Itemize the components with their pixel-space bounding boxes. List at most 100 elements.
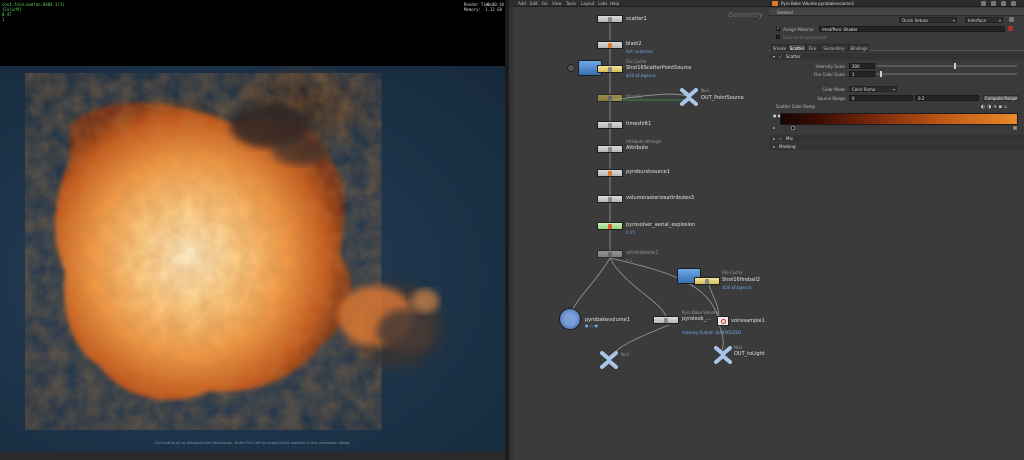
general-bar: General bbox=[769, 8, 1024, 16]
ramp-key-end[interactable] bbox=[1013, 126, 1017, 130]
node-label-pyrosolver: pyrosolver_aerial_explosion bbox=[626, 222, 696, 228]
section-mix-label: Mix bbox=[786, 136, 793, 141]
scatter-color-ramp-label: Scatter Color Ramp bbox=[776, 104, 815, 109]
null-node-icon[interactable] bbox=[679, 88, 699, 106]
section-mix[interactable]: ▸ ✓ Mix bbox=[769, 135, 1024, 142]
hud-line-4: 1 bbox=[2, 17, 5, 22]
cache-toggle-icon[interactable] bbox=[567, 64, 575, 72]
parameter-editor: Pyro Bake Volume pyrobakevolume1 General… bbox=[769, 0, 1024, 460]
explosion-render bbox=[55, 66, 450, 401]
interface-dropdown[interactable]: Interface bbox=[965, 17, 1003, 23]
scatter-color-ramp[interactable] bbox=[780, 113, 1018, 125]
compute-range-button[interactable]: Compute Range bbox=[983, 95, 1019, 101]
node-label-pyrolook: pyrolook_... bbox=[682, 316, 711, 322]
pyrobake-node-icon[interactable] bbox=[559, 308, 581, 330]
node-label-pyroburstsource1: pyroburstsource1 bbox=[626, 169, 670, 175]
node-filecache-scatter[interactable] bbox=[597, 65, 623, 73]
intensity-scale-label: Intensity Scale bbox=[815, 64, 845, 69]
node-blast2[interactable] bbox=[597, 41, 623, 49]
node-timeshift1[interactable] bbox=[597, 121, 623, 129]
node-type-pyrolook: Pyro Bake Volume bbox=[682, 310, 719, 315]
settings-icon[interactable] bbox=[1009, 17, 1014, 22]
viewport-hint-text: Ctrl+Left to an on detailed pixel inform… bbox=[154, 441, 351, 445]
node-blast1[interactable] bbox=[597, 94, 623, 102]
node-type-wrangle: Attribute Wrangle bbox=[626, 139, 662, 144]
network-editor[interactable]: Add Edit Go View Tools Layout Labs Help … bbox=[509, 0, 769, 460]
node-type-null1: Null bbox=[701, 88, 709, 93]
fire-color-scale-field[interactable]: 1 bbox=[849, 71, 875, 77]
node-label-out-pointsource: OUT_PointSource bbox=[701, 95, 744, 101]
assign-material-field[interactable]: /mat/Pyro_Shader bbox=[819, 26, 1005, 32]
tab-secondary-fire[interactable]: Secondary Fire bbox=[819, 44, 849, 58]
node-type-filecache1: File Cache bbox=[626, 59, 647, 64]
source-range-max-field[interactable]: 0.2 bbox=[915, 95, 979, 101]
ramp-key-start[interactable] bbox=[791, 126, 795, 130]
source-range-min-field[interactable]: 0 bbox=[849, 95, 913, 101]
node-label-attribute: Attribute bbox=[626, 145, 649, 151]
section-checkbox-icon: ✓ bbox=[779, 54, 783, 59]
node-volumerasterize[interactable] bbox=[597, 195, 623, 203]
color-mode-label: Color Mode bbox=[822, 87, 845, 92]
fire-color-scale-slider[interactable] bbox=[877, 73, 1017, 75]
quick-setups-dropdown[interactable]: Quick Setups bbox=[899, 17, 957, 23]
pin-icon[interactable] bbox=[1011, 1, 1016, 6]
houdini-window: cout.fold.andran.0404.1(1) [ColorM] 0.47… bbox=[0, 0, 1024, 460]
node-sub-filecache-scatter: $OS.$F.bgeo.sc bbox=[626, 73, 657, 78]
node-type-null3: Null bbox=[734, 345, 742, 350]
node-sub-attribdelete1: 0.0 bbox=[626, 258, 633, 263]
source-range-label: Source Range bbox=[817, 96, 845, 101]
general-label: General bbox=[777, 10, 793, 15]
expand-arrow-icon: ▾ bbox=[773, 54, 776, 59]
null-node-icon[interactable] bbox=[713, 346, 733, 364]
tab-scatter[interactable]: Scatter bbox=[788, 44, 806, 51]
tab-bindings[interactable]: Bindings bbox=[849, 44, 869, 51]
save-as-checkbox[interactable] bbox=[776, 35, 780, 39]
render-viewport[interactable]: cout.fold.andran.0404.1(1) [ColorM] 0.47… bbox=[0, 0, 505, 452]
node-sub-pyrosolver: 0.15 bbox=[626, 230, 635, 235]
intensity-scale-field[interactable]: 200 bbox=[849, 63, 875, 69]
render-canvas[interactable] bbox=[0, 66, 505, 452]
node-label-filecache-scatter: Shot16ScatterPointSource bbox=[626, 65, 692, 71]
expand-arrow-icon: ▸ bbox=[773, 136, 776, 141]
section-scatter-label: Scatter bbox=[786, 54, 801, 59]
intensity-scale-slider[interactable] bbox=[877, 65, 1017, 67]
memory-value: 1.12 GB bbox=[485, 7, 502, 12]
section-checkbox-icon: ✓ bbox=[779, 136, 783, 141]
node-pyrosolver[interactable] bbox=[597, 222, 623, 230]
param-title: Pyro Bake Volume pyrobakevolume1 bbox=[781, 1, 855, 6]
section-masking-label: Masking bbox=[779, 144, 796, 149]
fire-color-slider-handle[interactable] bbox=[879, 71, 882, 77]
node-label-blast2: blast2 bbox=[626, 41, 642, 47]
param-tabs: Smoke Scatter Fire Secondary Fire Bindin… bbox=[769, 44, 1024, 58]
color-mode-dropdown[interactable]: Color Ramp bbox=[849, 86, 897, 92]
tab-smoke[interactable]: Smoke bbox=[771, 44, 788, 51]
assign-material-label: Assign Material bbox=[783, 27, 814, 32]
node-attribdelete1[interactable] bbox=[597, 250, 623, 258]
ramp-controls-icon[interactable]: ◐ ◑ ✛ ▪ ▫ bbox=[981, 104, 1007, 110]
node-attribute-wrangle[interactable] bbox=[597, 145, 623, 153]
operator-chooser-icon[interactable] bbox=[1008, 26, 1013, 31]
node-scatter1[interactable] bbox=[597, 15, 623, 23]
section-scatter[interactable]: ▾ ✓ Scatter bbox=[769, 53, 1024, 60]
node-sub-pyrolook: Viewing Output: $LOOKSIZED bbox=[682, 330, 742, 335]
null-node-icon[interactable] bbox=[599, 351, 619, 369]
info-icon[interactable] bbox=[1001, 1, 1006, 6]
assign-material-checkbox[interactable] bbox=[776, 26, 780, 32]
tab-fire[interactable]: Fire bbox=[806, 44, 819, 51]
node-type-null2: Null bbox=[621, 352, 629, 357]
gear-icon[interactable] bbox=[981, 1, 986, 6]
node-pyrolook[interactable] bbox=[653, 316, 679, 324]
node-label-timeshift1: timeshift1 bbox=[626, 121, 652, 127]
node-flags-icon: ● ○ ● bbox=[585, 323, 599, 328]
node-filecache-fireball[interactable] bbox=[694, 277, 720, 285]
help-icon[interactable] bbox=[991, 1, 996, 6]
param-titlebar: Pyro Bake Volume pyrobakevolume1 bbox=[769, 0, 1024, 7]
node-pyroburstsource1[interactable] bbox=[597, 169, 623, 177]
intensity-slider-handle[interactable] bbox=[954, 63, 956, 69]
volresample-node[interactable] bbox=[717, 316, 729, 326]
node-label-filecache-fireball: Shot16fireball2 bbox=[722, 277, 761, 283]
node-label-out-tolight: OUT_toLight bbox=[734, 351, 765, 357]
ramp-mode-icon[interactable]: ▸ bbox=[773, 125, 775, 130]
node-type-icon bbox=[772, 1, 778, 6]
section-masking[interactable]: ▸ Masking bbox=[769, 143, 1024, 150]
